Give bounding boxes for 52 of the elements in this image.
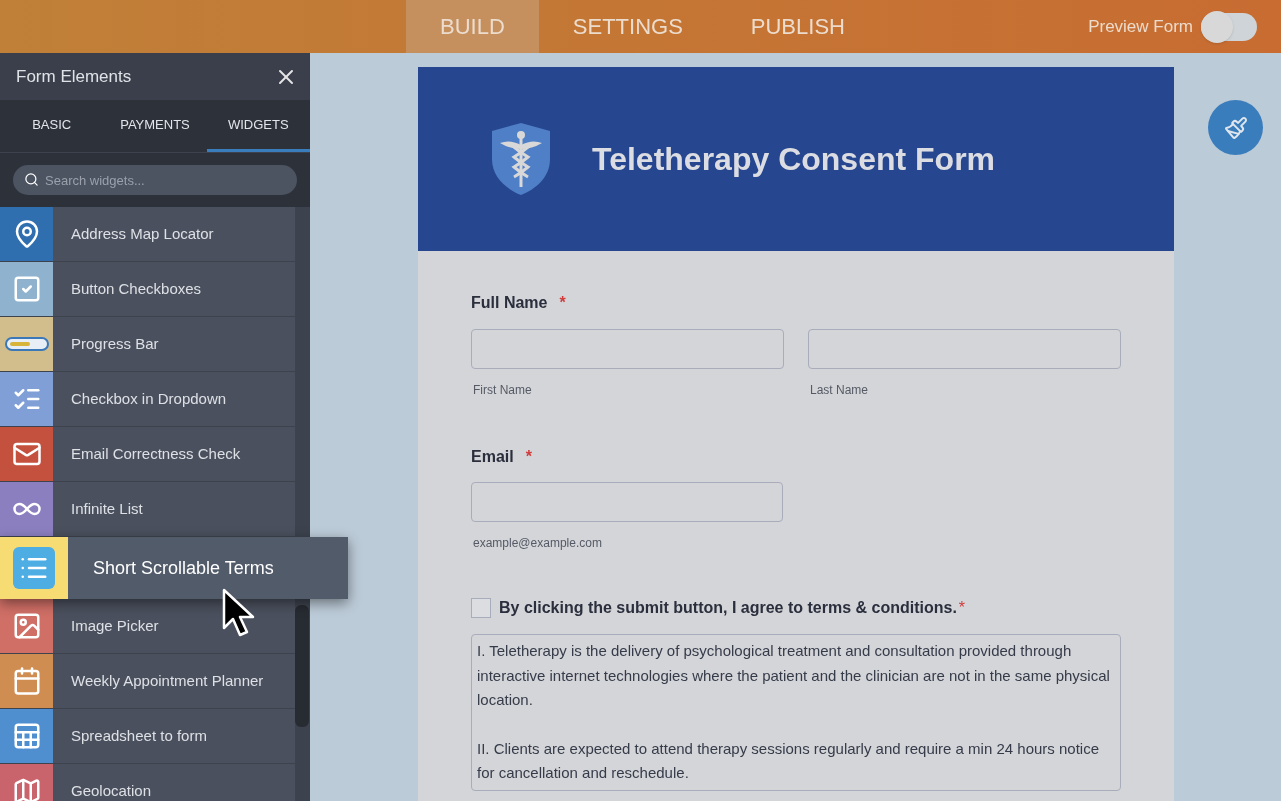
search-field[interactable]: Search widgets... xyxy=(13,165,297,195)
widget-item[interactable]: Image Picker xyxy=(0,599,295,654)
widget-label: Checkbox in Dropdown xyxy=(71,388,227,409)
field-sublabel: example@example.com xyxy=(473,535,603,552)
field-sublabel: First Name xyxy=(473,382,533,399)
progress-bar-icon xyxy=(4,337,49,351)
shield-caduceus-icon xyxy=(490,121,552,197)
widget-item[interactable]: Weekly Appointment Planner xyxy=(0,654,295,709)
map-icon xyxy=(11,776,42,801)
search-icon xyxy=(24,172,39,187)
preview-label: Preview Form xyxy=(1088,15,1193,38)
scrollbar-thumb[interactable] xyxy=(295,605,309,727)
text-input[interactable] xyxy=(471,329,784,369)
widget-item[interactable]: Button Checkboxes xyxy=(0,262,295,317)
panel-tab[interactable]: BASIC xyxy=(0,100,104,152)
widget-label: Progress Bar xyxy=(71,333,159,354)
calendar-icon xyxy=(11,666,42,696)
widget-label: Infinite List xyxy=(71,498,143,519)
widget-item[interactable]: Email Correctness Check xyxy=(0,427,295,482)
panel-tab[interactable]: PAYMENTS xyxy=(103,100,207,152)
widget-item[interactable]: Spreadsheet to form xyxy=(0,709,295,764)
widget-label: Button Checkboxes xyxy=(71,278,202,299)
widget-label: Image Picker xyxy=(71,615,159,636)
preview-toggle[interactable] xyxy=(1201,12,1257,41)
panel-tab[interactable]: WIDGETS xyxy=(206,100,310,152)
widget-item[interactable]: Geolocation xyxy=(0,764,295,801)
panel-title: Form Elements xyxy=(16,65,132,88)
required-mark: * xyxy=(958,598,966,618)
dragged-widget-item[interactable]: Short Scrollable Terms xyxy=(0,537,348,599)
widget-label: Geolocation xyxy=(71,780,152,801)
widget-label: Spreadsheet to form xyxy=(71,725,207,746)
terms-paragraph: II. Clients are expected to attend therapy sessions regularly and require a min 24 hours notice for cancellation and reschedule. xyxy=(477,738,1101,783)
terms-paragraph: I. Teletherapy is the delivery of psychological treatment and consultation provided through interactive internet technologies where the patient and the clinician are not in the same physical location. xyxy=(477,641,1111,710)
checkbox-label: By clicking the submit button, I agree to terms & conditions. xyxy=(499,598,957,618)
field-sublabel: Last Name xyxy=(810,382,870,399)
text-input[interactable] xyxy=(808,329,1121,369)
field-label: Email xyxy=(471,447,514,467)
widget-item[interactable]: Checkbox in Dropdown xyxy=(0,372,295,427)
widget-label: Email Correctness Check xyxy=(71,443,241,464)
widget-label: Weekly Appointment Planner xyxy=(71,670,264,691)
required-mark: * xyxy=(525,447,532,467)
required-mark: * xyxy=(559,293,566,313)
widget-label: Short Scrollable Terms xyxy=(93,556,274,580)
email-input[interactable] xyxy=(471,482,783,522)
terms-box[interactable] xyxy=(471,634,1121,791)
widget-label: Address Map Locator xyxy=(71,223,214,244)
checkbox[interactable] xyxy=(471,598,491,618)
form-title: Teletherapy Consent Form xyxy=(592,140,996,179)
field-label: Full Name xyxy=(471,293,548,313)
widget-item[interactable]: Address Map Locator xyxy=(0,207,295,262)
widget-item[interactable]: Infinite List xyxy=(0,482,295,537)
widget-item[interactable]: Progress Bar xyxy=(0,317,295,372)
